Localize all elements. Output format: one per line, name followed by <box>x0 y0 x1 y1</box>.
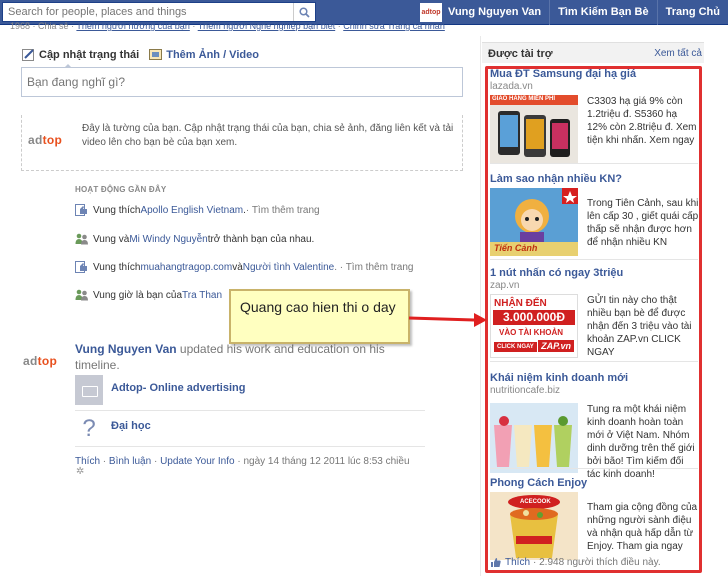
like-page-icon <box>75 261 87 273</box>
cut-prefix: 1968 · Chia sẻ <box>10 22 69 31</box>
action-sep: · <box>151 456 161 467</box>
adtop-logo: adtop <box>28 133 62 147</box>
story-header: Vung Nguyen Van updated his work and edu… <box>75 341 420 373</box>
work-link[interactable]: Adtop- Online advertising <box>111 382 245 394</box>
search-button[interactable] <box>293 3 315 21</box>
find-more-pages-link[interactable]: . · Tìm thêm trang <box>334 262 413 273</box>
cut-link-2[interactable]: Thêm người Nghề nghiệp bạn biết <box>198 22 336 31</box>
briefcase-icon <box>75 375 103 405</box>
cut-link-1[interactable]: Thêm người hướng của bạn <box>76 22 189 31</box>
avatar: adtop <box>420 3 443 22</box>
activity-text-pre: Vung giờ là bạn của <box>93 289 183 301</box>
education-item: ? Đại học <box>75 415 425 447</box>
tab-add-photo-label: Thêm Ảnh / Video <box>166 48 259 61</box>
search-box[interactable] <box>2 2 316 22</box>
cut-sep-c: · <box>337 22 341 31</box>
privacy-gear-icon[interactable]: ✲ <box>76 466 84 477</box>
search-icon <box>299 6 310 18</box>
photo-icon <box>149 49 163 60</box>
cut-link-3[interactable]: Chỉnh sửa Trang cá nhân <box>343 22 445 31</box>
home-link[interactable]: Trang Chủ <box>656 0 728 25</box>
activity-text-pre: Vung thích <box>93 204 141 216</box>
composer-tabs: Cập nhật trạng thái Thêm Ảnh / Video <box>22 48 269 70</box>
wall-welcome-box: adtop Đây là tường của bạn. Cập nhật trạ… <box>21 115 463 171</box>
activity-friend-link[interactable]: Mi Windy Nguyễn <box>129 234 207 245</box>
tab-update-status-label: Cập nhật trạng thái <box>39 48 140 61</box>
welcome-text: Đây là tường của bạn. Cập nhật trạng thá… <box>82 123 454 148</box>
activity-text-pre: Vung thích <box>93 261 141 273</box>
education-link[interactable]: Đại học <box>111 420 151 432</box>
adtop-logo-part-b: top <box>42 133 63 147</box>
friends-icon <box>75 289 88 301</box>
pencil-icon <box>22 49 34 61</box>
story-avatar[interactable]: adtop <box>23 354 57 368</box>
find-friends-link[interactable]: Tìm Kiếm Bạn Bè <box>549 0 656 25</box>
update-info-link[interactable]: Update Your Info <box>160 456 235 467</box>
activity-text-mid: và <box>232 261 243 273</box>
action-sep: · <box>100 456 109 467</box>
story-actions: Thích · Bình luận · Update Your Info · n… <box>75 456 410 467</box>
activity-text-pre: Vung và <box>93 233 130 245</box>
search-input[interactable] <box>3 3 291 21</box>
red-arrow-icon <box>408 313 487 327</box>
tab-add-photo[interactable]: Thêm Ảnh / Video <box>149 48 259 61</box>
activity-item: Vung thích Apollo English Vietnam . · Tì… <box>75 204 455 216</box>
ad-highlight-box <box>485 66 702 573</box>
cut-sep-b: · <box>192 22 196 31</box>
work-item: Adtop- Online advertising <box>75 375 425 411</box>
see-all-link[interactable]: Xem tất cả <box>654 48 702 59</box>
story-author-link[interactable]: Vung Nguyen Van <box>75 342 177 356</box>
status-input[interactable] <box>22 68 462 96</box>
activity-page-link[interactable]: muahangtragop.com <box>140 262 232 273</box>
cut-sep-a: · <box>71 22 75 31</box>
story-timestamp: ngày 14 tháng 12 2011 lúc 8:53 chiều <box>243 456 410 467</box>
activity-item: Vung thích muahangtragop.com và Người tì… <box>75 261 455 273</box>
activity-friend-link[interactable]: Tra Than <box>182 290 222 301</box>
sponsored-header: Được tài trợ Xem tất cả <box>482 42 704 63</box>
recent-activity-heading: HOẠT ĐỘNG GẦN ĐÂY <box>75 185 167 194</box>
friends-icon <box>75 233 88 245</box>
activity-page-link-2[interactable]: Người tình Valentine <box>243 262 334 273</box>
like-page-icon <box>75 204 87 216</box>
find-more-pages-link[interactable]: · Tìm thêm trang <box>246 205 320 216</box>
cut-off-links: 1968 · Chia sẻ · Thêm người hướng của bạ… <box>10 22 480 31</box>
story-avatar-part-b: top <box>37 354 58 368</box>
activity-text-mid: trở thành bạn của nhau. <box>207 233 315 245</box>
annotation-callout: Quang cao hien thi o day <box>229 289 410 344</box>
activity-item: Vung và Mi Windy Nguyễn trở thành bạn củ… <box>75 233 455 245</box>
column-divider <box>480 36 481 576</box>
sponsored-heading: Được tài trợ <box>488 48 553 60</box>
activity-page-link[interactable]: Apollo English Vietnam <box>140 205 243 216</box>
story-avatar-part-a: ad <box>23 354 38 368</box>
status-composer[interactable] <box>21 67 463 97</box>
tab-update-status[interactable]: Cập nhật trạng thái <box>22 48 140 70</box>
comment-link[interactable]: Bình luận <box>109 456 151 467</box>
adtop-logo-part-a: ad <box>28 133 43 147</box>
question-mark-icon: ? <box>82 415 96 442</box>
